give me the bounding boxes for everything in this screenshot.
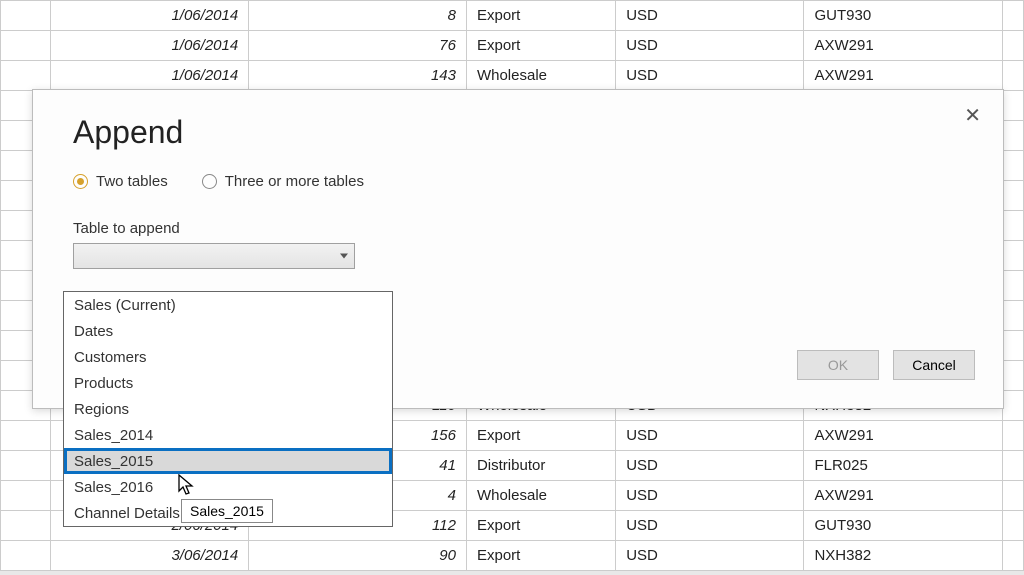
dropdown-list[interactable]: Sales (Current)DatesCustomersProductsReg…	[63, 291, 393, 527]
table-row[interactable]: 3/06/201490ExportUSDNXH382	[1, 541, 1024, 571]
cell-code: AXW291	[804, 421, 1003, 451]
cell	[1, 481, 51, 511]
close-icon[interactable]: ✕	[964, 106, 981, 126]
cell-currency: USD	[616, 541, 804, 571]
cell	[1, 511, 51, 541]
cell	[1003, 181, 1024, 211]
dropdown-option[interactable]: Regions	[64, 396, 392, 422]
radio-label: Two tables	[96, 173, 168, 190]
cell-channel: Distributor	[466, 451, 615, 481]
cell	[1003, 421, 1024, 451]
radio-icon	[202, 174, 217, 189]
cell-code: GUT930	[804, 1, 1003, 31]
dropdown-option[interactable]: Dates	[64, 318, 392, 344]
cell-date: 1/06/2014	[50, 31, 249, 61]
table-select[interactable]	[73, 243, 355, 269]
cell-code: AXW291	[804, 61, 1003, 91]
cell	[1, 541, 51, 571]
cell	[1003, 361, 1024, 391]
cell-channel: Export	[466, 421, 615, 451]
radio-icon	[73, 174, 88, 189]
cell	[1003, 91, 1024, 121]
cell-date: 3/06/2014	[50, 541, 249, 571]
cell	[1003, 331, 1024, 361]
cell	[1, 31, 51, 61]
dialog-buttons: OK Cancel	[797, 350, 975, 380]
cell-channel: Export	[466, 31, 615, 61]
cell-channel: Wholesale	[466, 481, 615, 511]
cell-currency: USD	[616, 421, 804, 451]
cell-currency: USD	[616, 61, 804, 91]
cell-code: GUT930	[804, 511, 1003, 541]
cell-channel: Export	[466, 1, 615, 31]
cell-qty: 143	[249, 61, 467, 91]
cell-code: AXW291	[804, 31, 1003, 61]
cell	[1003, 1, 1024, 31]
table-row[interactable]: 1/06/20148ExportUSDGUT930	[1, 1, 1024, 31]
cell	[1003, 121, 1024, 151]
tooltip: Sales_2015	[181, 499, 273, 523]
cell-date: 1/06/2014	[50, 1, 249, 31]
cell	[1003, 541, 1024, 571]
cell	[1003, 31, 1024, 61]
cell	[1, 451, 51, 481]
dropdown-option[interactable]: Customers	[64, 344, 392, 370]
dropdown-option[interactable]: Sales_2016	[64, 474, 392, 500]
cell-qty: 90	[249, 541, 467, 571]
dropdown-option[interactable]: Sales_2015	[64, 448, 392, 474]
cell-currency: USD	[616, 451, 804, 481]
cell-currency: USD	[616, 481, 804, 511]
cell	[1, 61, 51, 91]
cell-code: AXW291	[804, 481, 1003, 511]
cell	[1003, 211, 1024, 241]
cell	[1003, 481, 1024, 511]
cell-channel: Export	[466, 541, 615, 571]
cell-qty: 76	[249, 31, 467, 61]
radio-group: Two tables Three or more tables	[73, 173, 975, 190]
cancel-button[interactable]: Cancel	[893, 350, 975, 380]
cell	[1003, 151, 1024, 181]
cell-code: NXH382	[804, 541, 1003, 571]
cell	[1003, 511, 1024, 541]
radio-label: Three or more tables	[225, 173, 364, 190]
radio-two-tables[interactable]: Two tables	[73, 173, 168, 190]
dropdown-option[interactable]: Sales (Current)	[64, 292, 392, 318]
radio-three-or-more[interactable]: Three or more tables	[202, 173, 364, 190]
cell-code: FLR025	[804, 451, 1003, 481]
field-label: Table to append	[73, 220, 975, 237]
cell-currency: USD	[616, 1, 804, 31]
cell	[1003, 271, 1024, 301]
cell-qty: 8	[249, 1, 467, 31]
table-row[interactable]: 1/06/2014143WholesaleUSDAXW291	[1, 61, 1024, 91]
cell-date: 1/06/2014	[50, 61, 249, 91]
dialog-title: Append	[73, 114, 975, 151]
cell-currency: USD	[616, 511, 804, 541]
cell	[1, 1, 51, 31]
dropdown-option[interactable]: Products	[64, 370, 392, 396]
table-row[interactable]: 1/06/201476ExportUSDAXW291	[1, 31, 1024, 61]
cell-currency: USD	[616, 31, 804, 61]
cell	[1003, 301, 1024, 331]
cell-channel: Wholesale	[466, 61, 615, 91]
cell	[1003, 61, 1024, 91]
cell	[1003, 391, 1024, 421]
ok-button[interactable]: OK	[797, 350, 879, 380]
dropdown-option[interactable]: Sales_2014	[64, 422, 392, 448]
cell	[1003, 241, 1024, 271]
cell	[1003, 451, 1024, 481]
chevron-down-icon	[340, 254, 348, 259]
cell	[1, 421, 51, 451]
cell-channel: Export	[466, 511, 615, 541]
